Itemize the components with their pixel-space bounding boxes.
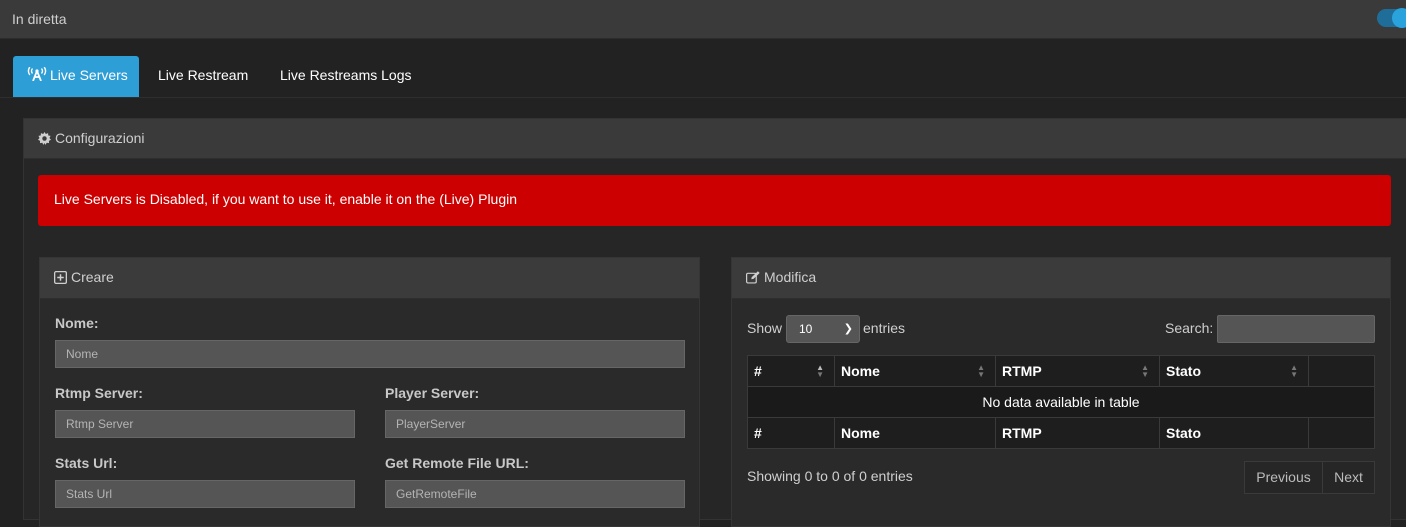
stats-url-label: Stats Url: [55, 455, 118, 471]
previous-page-button[interactable]: Previous [1244, 461, 1323, 494]
column-footer-stato: Stato [1159, 417, 1309, 449]
player-server-label: Player Server: [385, 385, 480, 401]
plus-square-icon [53, 260, 68, 298]
sort-icon: ▲ ▼ [977, 363, 985, 379]
table-info: Showing 0 to 0 of 0 entries [747, 468, 913, 484]
tab-label: Live Restreams Logs [280, 67, 412, 83]
servers-table: # ▲ ▼ Nome ▲ ▼ RTMP ▲ ▼ Stato ▲ ▼ No data availa… [747, 355, 1375, 449]
remote-file-url-input[interactable] [385, 480, 685, 508]
tab-label: Live Servers [50, 67, 128, 83]
column-footer-rtmp: RTMP [995, 417, 1160, 449]
modify-card: Modifica Show 10 ❯ entries Search: # ▲ ▼ N… [731, 257, 1391, 527]
stats-url-input[interactable] [55, 480, 355, 508]
panel-header: Configurazioni [24, 119, 1406, 159]
column-header-nome[interactable]: Nome ▲ ▼ [834, 355, 996, 387]
rtmp-server-label: Rtmp Server: [55, 385, 143, 401]
tab-live-servers[interactable]: Live Servers [13, 56, 139, 97]
sort-icon: ▲ ▼ [1290, 363, 1298, 379]
toggle-knob [1392, 8, 1406, 28]
gear-icon [38, 121, 51, 159]
tab-live-restreams-logs[interactable]: Live Restreams Logs [280, 56, 412, 97]
column-header-stato[interactable]: Stato ▲ ▼ [1159, 355, 1309, 387]
name-label: Nome: [55, 315, 99, 331]
name-input[interactable] [55, 340, 685, 368]
panel-title: Configurazioni [55, 130, 145, 146]
configuration-panel: Configurazioni Live Servers is Disabled,… [23, 118, 1406, 527]
column-header-actions [1308, 355, 1375, 387]
entries-label: entries [863, 320, 906, 336]
create-card: Creare Nome: Rtmp Server: Player Server:… [39, 257, 700, 527]
column-footer-id: # [747, 417, 835, 449]
edit-icon [745, 260, 760, 298]
player-server-input[interactable] [385, 410, 685, 438]
remote-file-url-label: Get Remote File URL: [385, 455, 529, 471]
sort-icon: ▲ ▼ [1141, 363, 1149, 379]
column-header-rtmp[interactable]: RTMP ▲ ▼ [995, 355, 1160, 387]
column-footer-actions [1308, 417, 1375, 449]
column-footer-nome: Nome [834, 417, 996, 449]
rtmp-server-input[interactable] [55, 410, 355, 438]
live-toggle[interactable] [1377, 8, 1406, 28]
broadcast-tower-icon [27, 57, 47, 96]
empty-table-message: No data available in table [747, 386, 1375, 418]
sort-icon: ▲ ▼ [816, 363, 824, 379]
column-header-id[interactable]: # ▲ ▼ [747, 355, 835, 387]
show-label: Show [747, 320, 783, 336]
tab-label: Live Restream [158, 67, 249, 83]
tab-live-restream[interactable]: Live Restream [158, 56, 248, 97]
disabled-alert: Live Servers is Disabled, if you want to… [38, 175, 1391, 226]
page-size-value: 10 [799, 322, 813, 336]
tab-bar: Live Servers Live Restream Live Restream… [0, 56, 1406, 98]
chevron-down-icon: ❯ [843, 323, 853, 335]
search-input[interactable] [1217, 315, 1375, 343]
create-card-header: Creare [40, 258, 699, 299]
search-label: Search: [1165, 320, 1214, 336]
modify-card-header: Modifica [732, 258, 1390, 299]
top-bar: In diretta [0, 0, 1406, 39]
modify-card-title: Modifica [764, 269, 817, 285]
page-size-select[interactable]: 10 ❯ [786, 315, 860, 343]
page-title: In diretta [12, 11, 67, 27]
next-page-button[interactable]: Next [1322, 461, 1375, 494]
create-card-title: Creare [71, 269, 114, 285]
